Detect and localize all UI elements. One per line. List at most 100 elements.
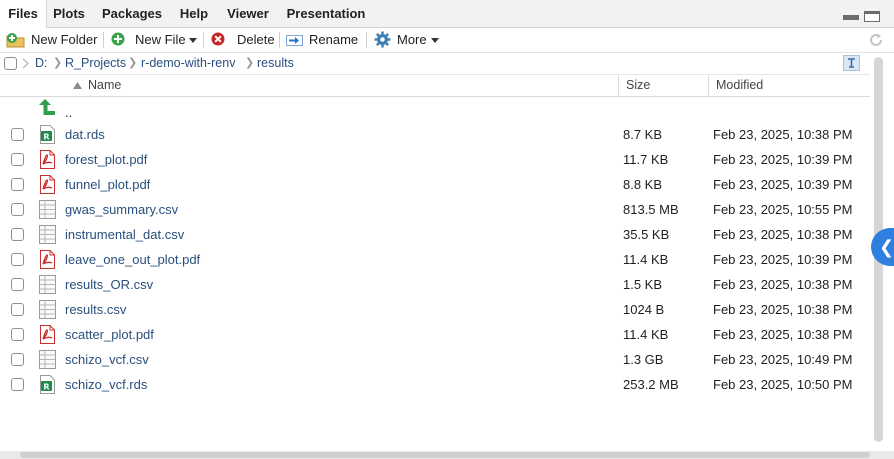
file-checkbox[interactable] bbox=[11, 203, 24, 216]
up-arrow-icon bbox=[39, 99, 55, 115]
csv-file-icon bbox=[39, 225, 56, 244]
delete-icon bbox=[211, 32, 225, 46]
file-name-link[interactable]: scatter_plot.pdf bbox=[65, 322, 154, 347]
file-row[interactable]: leave_one_out_plot.pdf 11.4 KB Feb 23, 202… bbox=[0, 247, 868, 272]
breadcrumb-item[interactable]: r-demo-with-renv bbox=[141, 53, 235, 74]
file-row[interactable]: scatter_plot.pdf 11.4 KB Feb 23, 2025, 10:… bbox=[0, 322, 868, 347]
file-row[interactable]: Rschizo_vcf.rds 253.2 MB Feb 23, 2025, 10:… bbox=[0, 372, 868, 397]
breadcrumb-separator-icon: ❯ bbox=[128, 57, 138, 69]
minimize-pane-icon[interactable] bbox=[843, 11, 859, 20]
file-checkbox[interactable] bbox=[11, 128, 24, 141]
go-to-working-dir-icon[interactable] bbox=[843, 55, 860, 71]
pdf-file-icon bbox=[39, 150, 56, 169]
file-modified: Feb 23, 2025, 10:39 PM bbox=[713, 252, 853, 267]
file-name-link[interactable]: schizo_vcf.rds bbox=[65, 372, 147, 397]
file-row[interactable]: funnel_plot.pdf 8.8 KB Feb 23, 2025, 10:39… bbox=[0, 172, 868, 197]
file-modified: Feb 23, 2025, 10:49 PM bbox=[713, 352, 853, 367]
file-checkbox[interactable] bbox=[11, 378, 24, 391]
file-name-link[interactable]: funnel_plot.pdf bbox=[65, 172, 150, 197]
maximize-pane-icon[interactable] bbox=[864, 11, 880, 22]
sort-ascending-icon bbox=[73, 82, 82, 89]
file-row[interactable]: schizo_vcf.csv 1.3 GB Feb 23, 2025, 10:49 … bbox=[0, 347, 868, 372]
file-size: 253.2 MB bbox=[623, 377, 679, 392]
select-all-checkbox[interactable] bbox=[4, 57, 17, 70]
file-size: 1.3 GB bbox=[623, 352, 664, 367]
refresh-icon[interactable] bbox=[867, 31, 885, 49]
file-modified: Feb 23, 2025, 10:38 PM bbox=[713, 302, 853, 317]
tab-viewer[interactable]: Viewer bbox=[220, 0, 276, 27]
delete-button[interactable]: Delete bbox=[210, 28, 276, 52]
file-name-link[interactable]: dat.rds bbox=[65, 122, 105, 147]
tab-packages[interactable]: Packages bbox=[96, 0, 168, 27]
file-checkbox[interactable] bbox=[11, 278, 24, 291]
tab-help[interactable]: Help bbox=[172, 0, 216, 27]
file-row[interactable]: instrumental_dat.csv 35.5 KB Feb 23, 2025,… bbox=[0, 222, 868, 247]
rename-button[interactable]: Rename bbox=[286, 28, 359, 52]
breadcrumb-item[interactable]: D: bbox=[35, 53, 48, 74]
rename-label: Rename bbox=[309, 32, 359, 47]
column-header-name[interactable]: Name bbox=[88, 75, 121, 96]
parent-directory-row[interactable]: .. bbox=[0, 97, 868, 122]
file-modified: Feb 23, 2025, 10:38 PM bbox=[713, 277, 853, 292]
file-checkbox[interactable] bbox=[11, 328, 24, 341]
column-header-modified[interactable]: Modified bbox=[716, 75, 763, 96]
file-name-link[interactable]: schizo_vcf.csv bbox=[65, 347, 149, 372]
column-divider bbox=[618, 75, 619, 96]
toolbar-divider bbox=[203, 32, 204, 48]
chevron-down-icon bbox=[189, 38, 197, 43]
file-name-link[interactable]: results.csv bbox=[65, 297, 126, 322]
more-button[interactable]: More bbox=[374, 28, 444, 52]
toolbar-divider bbox=[366, 32, 367, 48]
tab-files[interactable]: Files bbox=[0, 0, 47, 28]
breadcrumb-separator-icon: ❯ bbox=[53, 57, 63, 69]
file-name-link[interactable]: results_OR.csv bbox=[65, 272, 153, 297]
file-checkbox[interactable] bbox=[11, 228, 24, 241]
new-folder-icon bbox=[6, 33, 25, 48]
file-checkbox[interactable] bbox=[11, 353, 24, 366]
new-folder-button[interactable]: New Folder bbox=[6, 28, 98, 52]
file-modified: Feb 23, 2025, 10:55 PM bbox=[713, 202, 853, 217]
file-size: 11.4 KB bbox=[623, 252, 669, 267]
svg-text:R: R bbox=[43, 133, 49, 142]
file-row[interactable]: gwas_summary.csv 813.5 MB Feb 23, 2025, 10… bbox=[0, 197, 868, 222]
file-name-link[interactable]: instrumental_dat.csv bbox=[65, 222, 184, 247]
csv-file-icon bbox=[39, 200, 56, 219]
file-checkbox[interactable] bbox=[11, 253, 24, 266]
file-checkbox[interactable] bbox=[11, 178, 24, 191]
breadcrumb-item[interactable]: R_Projects bbox=[65, 53, 126, 74]
breadcrumb-item[interactable]: results bbox=[257, 53, 294, 74]
svg-text:R: R bbox=[43, 383, 49, 392]
delete-label: Delete bbox=[237, 32, 275, 47]
file-row[interactable]: results_OR.csv 1.5 KB Feb 23, 2025, 10:38 … bbox=[0, 272, 868, 297]
file-row[interactable]: Rdat.rds 8.7 KB Feb 23, 2025, 10:38 PM bbox=[0, 122, 868, 147]
file-name-link[interactable]: forest_plot.pdf bbox=[65, 147, 147, 172]
column-header-size[interactable]: Size bbox=[626, 75, 650, 96]
breadcrumb-separator-icon: ❯ bbox=[245, 57, 255, 69]
file-size: 813.5 MB bbox=[623, 202, 679, 217]
file-row[interactable]: forest_plot.pdf 11.7 KB Feb 23, 2025, 10:3… bbox=[0, 147, 868, 172]
tab-plots[interactable]: Plots bbox=[46, 0, 92, 27]
chevron-left-icon: ❮ bbox=[879, 237, 894, 257]
home-icon[interactable] bbox=[22, 58, 30, 69]
horizontal-scrollbar-thumb[interactable] bbox=[20, 452, 870, 458]
file-size: 8.8 KB bbox=[623, 177, 663, 192]
file-modified: Feb 23, 2025, 10:38 PM bbox=[713, 127, 853, 142]
more-label: More bbox=[397, 32, 427, 47]
gear-icon bbox=[374, 31, 391, 48]
file-row[interactable]: results.csv 1024 B Feb 23, 2025, 10:38 PM bbox=[0, 297, 868, 322]
file-checkbox[interactable] bbox=[11, 303, 24, 316]
new-file-label: New File bbox=[135, 32, 186, 47]
csv-file-icon bbox=[39, 300, 56, 319]
file-name-link[interactable]: leave_one_out_plot.pdf bbox=[65, 247, 200, 272]
file-modified: Feb 23, 2025, 10:38 PM bbox=[713, 327, 853, 342]
new-file-icon bbox=[111, 32, 125, 46]
file-name-link[interactable]: gwas_summary.csv bbox=[65, 197, 178, 222]
tab-presentation[interactable]: Presentation bbox=[282, 0, 370, 27]
pdf-file-icon bbox=[39, 250, 56, 269]
file-checkbox[interactable] bbox=[11, 153, 24, 166]
file-size: 35.5 KB bbox=[623, 227, 670, 242]
csv-file-icon bbox=[39, 275, 56, 294]
new-file-button[interactable]: New File bbox=[110, 28, 200, 52]
toolbar-divider bbox=[103, 32, 104, 48]
file-size: 11.4 KB bbox=[623, 327, 669, 342]
